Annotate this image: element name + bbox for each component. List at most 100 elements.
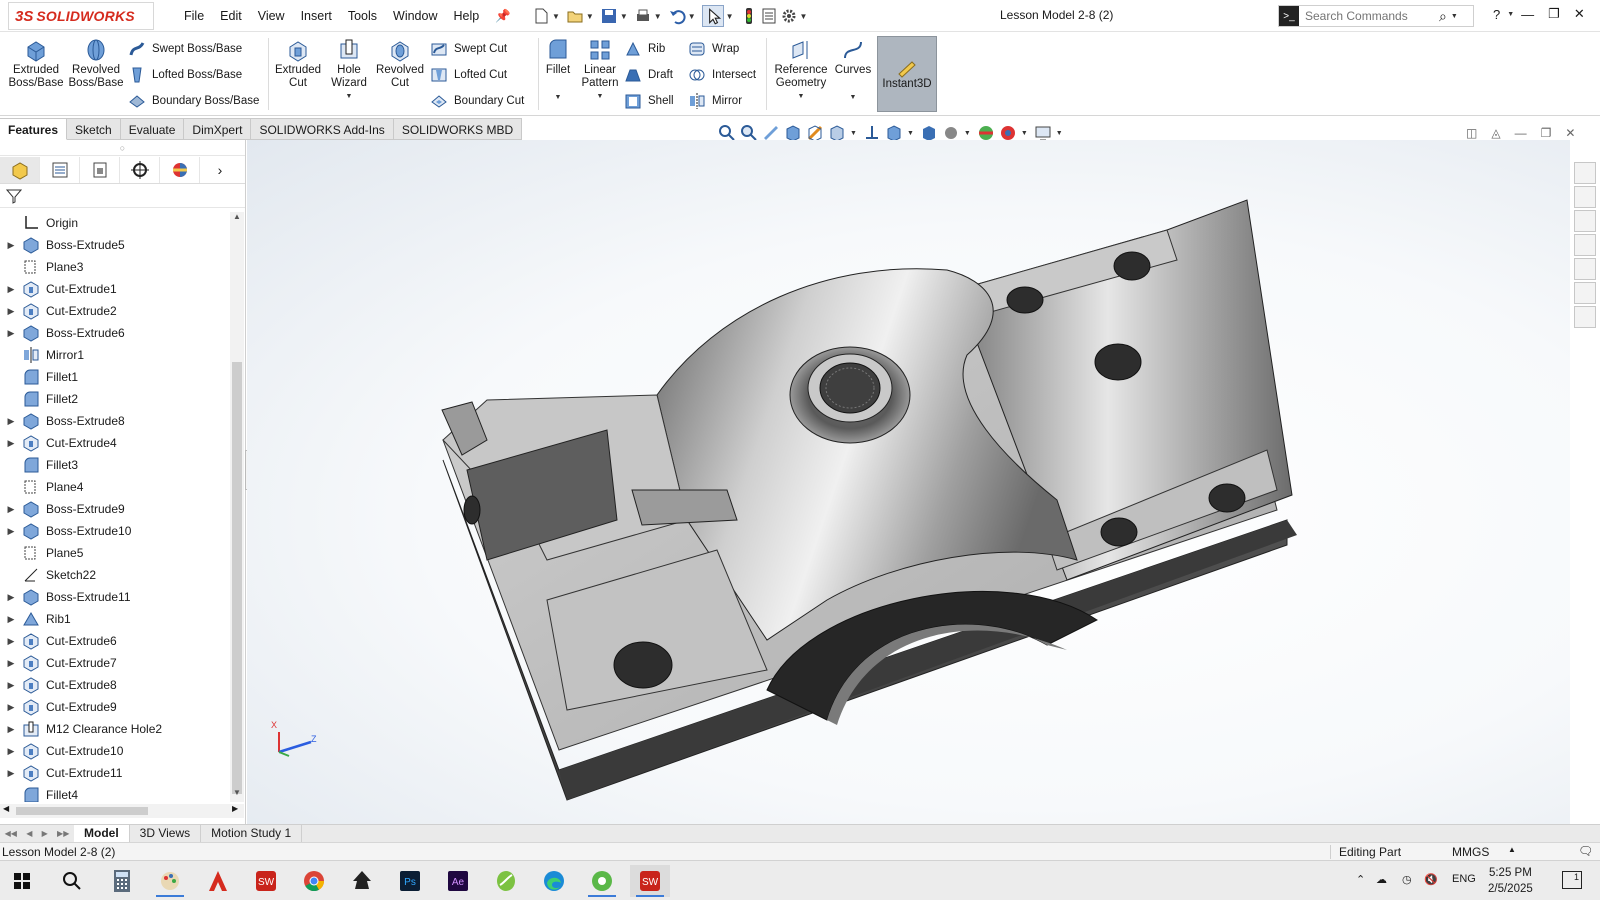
pin-icon[interactable]: 📌 <box>487 9 519 24</box>
lofted-cut-button[interactable]: Lofted Cut <box>430 66 507 84</box>
menu-help[interactable]: Help <box>446 9 488 23</box>
expand-arrow-icon[interactable]: ▶ <box>4 768 18 779</box>
print-dropdown-icon[interactable]: ▼ <box>654 12 662 21</box>
autocad-app-icon[interactable] <box>198 865 238 897</box>
expand-arrow-icon[interactable]: ▶ <box>4 438 18 449</box>
tile-right-icon[interactable]: ◬ <box>1491 126 1500 140</box>
camtasia-app-icon[interactable] <box>582 865 622 897</box>
tree-item[interactable]: ▶ Boss-Extrude6 <box>0 322 230 344</box>
solidworks-active-app-icon[interactable]: SW <box>630 865 670 897</box>
swept-cut-button[interactable]: Swept Cut <box>430 40 507 58</box>
tab-features[interactable]: Features <box>0 118 68 140</box>
search-commands[interactable]: >_ ⌕ ▼ <box>1278 5 1474 27</box>
tab-3d-views[interactable]: 3D Views <box>130 825 202 842</box>
draft-button[interactable]: Draft <box>624 66 673 84</box>
expand-arrow-icon[interactable]: ▶ <box>4 680 18 691</box>
dimxpertmanager-tab-icon[interactable] <box>120 156 160 183</box>
boundary-cut-button[interactable]: Boundary Cut <box>430 92 524 110</box>
linear-pattern-dropdown-icon[interactable]: ▼ <box>597 90 604 103</box>
tree-item[interactable]: Fillet1 <box>0 366 230 388</box>
part-model[interactable] <box>247 140 1570 824</box>
save-icon[interactable] <box>600 7 618 25</box>
view-palette-icon[interactable] <box>1574 234 1596 256</box>
intersect-button[interactable]: Intersect <box>688 66 756 84</box>
close-icon[interactable]: ✕ <box>1574 6 1585 22</box>
open-dropdown-icon[interactable]: ▼ <box>586 12 594 21</box>
design-library-icon[interactable] <box>1574 186 1596 208</box>
new-dropdown-icon[interactable]: ▼ <box>552 12 560 21</box>
expand-arrow-icon[interactable]: ▶ <box>4 416 18 427</box>
forum-icon[interactable] <box>1574 306 1596 328</box>
tab-navigation[interactable]: ◀◀ ◀ ▶ ▶▶ <box>0 825 74 842</box>
expand-arrow-icon[interactable]: ▶ <box>4 284 18 295</box>
tree-item[interactable]: Fillet2 <box>0 388 230 410</box>
tab-mbd[interactable]: SOLIDWORKS MBD <box>393 118 523 140</box>
panel-grip[interactable]: ○ <box>0 140 245 156</box>
manager-tabs-more-icon[interactable]: › <box>200 157 240 183</box>
expand-arrow-icon[interactable]: ▶ <box>4 526 18 537</box>
tab-evaluate[interactable]: Evaluate <box>120 118 185 140</box>
status-chat-icon[interactable]: 🗨 <box>1578 844 1593 858</box>
h-scroll-thumb[interactable] <box>16 807 148 815</box>
mirror-button[interactable]: Mirror <box>688 92 742 110</box>
tree-item[interactable]: ▶ Boss-Extrude10 <box>0 520 230 542</box>
tree-item[interactable]: Fillet3 <box>0 454 230 476</box>
tree-item[interactable]: Plane3 <box>0 256 230 278</box>
tab-motion-study[interactable]: Motion Study 1 <box>201 825 303 842</box>
undo-icon[interactable] <box>668 7 686 25</box>
linear-pattern-button[interactable]: Linear Pattern ▼ <box>578 38 622 103</box>
help-dropdown-icon[interactable]: ▼ <box>1507 11 1514 18</box>
tree-item[interactable]: Plane4 <box>0 476 230 498</box>
menu-view[interactable]: View <box>250 9 293 23</box>
tree-item[interactable]: ▶ Cut-Extrude1 <box>0 278 230 300</box>
after-effects-app-icon[interactable]: Ae <box>438 865 478 897</box>
expand-arrow-icon[interactable]: ▶ <box>4 614 18 625</box>
custom-properties-icon[interactable] <box>1574 282 1596 304</box>
search-dropdown-icon[interactable]: ▼ <box>1451 13 1458 20</box>
select-tool[interactable] <box>701 5 724 27</box>
tree-item[interactable]: Origin <box>0 212 230 234</box>
revolved-cut-button[interactable]: Revolved Cut <box>374 38 426 90</box>
help-icon[interactable]: ? <box>1493 7 1500 22</box>
displaymanager-tab-icon[interactable] <box>160 156 200 183</box>
tree-item[interactable]: ▶ Cut-Extrude9 <box>0 696 230 718</box>
featuremanager-tab-icon[interactable] <box>0 156 40 183</box>
expand-arrow-icon[interactable]: ▶ <box>4 306 18 317</box>
tab-sketch[interactable]: Sketch <box>67 118 121 140</box>
options-gear-icon[interactable] <box>780 7 798 25</box>
propertymanager-tab-icon[interactable] <box>40 156 80 183</box>
tree-item[interactable]: ▶ Cut-Extrude10 <box>0 740 230 762</box>
wrap-button[interactable]: Wrap <box>688 40 739 58</box>
fillet-dropdown-icon[interactable]: ▼ <box>555 91 562 104</box>
minimize-icon[interactable]: — <box>1521 7 1534 22</box>
tab-dimxpert[interactable]: DimXpert <box>184 118 252 140</box>
fillet-button[interactable]: Fillet ▼ <box>542 38 574 104</box>
onedrive-icon[interactable]: ☁ <box>1376 873 1387 886</box>
calculator-app-icon[interactable] <box>102 865 142 897</box>
tree-item[interactable]: ▶ Rib1 <box>0 608 230 630</box>
edge-app-icon[interactable] <box>534 865 574 897</box>
tile-left-icon[interactable]: ◫ <box>1466 126 1477 140</box>
show-hidden-icons-icon[interactable]: ⌃ <box>1356 873 1365 886</box>
expand-arrow-icon[interactable]: ▶ <box>4 658 18 669</box>
select-dropdown-icon[interactable]: ▼ <box>726 12 734 21</box>
scroll-thumb[interactable] <box>232 362 242 794</box>
restore-icon[interactable]: ❐ <box>1548 6 1560 22</box>
unit-system-dropdown-icon[interactable]: ▲ <box>1508 845 1516 854</box>
view-settings-dropdown-icon[interactable]: ▼ <box>1056 130 1063 137</box>
expand-arrow-icon[interactable]: ▶ <box>4 702 18 713</box>
configurationmanager-tab-icon[interactable] <box>80 156 120 183</box>
revolved-boss-button[interactable]: Revolved Boss/Base <box>68 38 124 90</box>
boundary-boss-button[interactable]: Boundary Boss/Base <box>128 92 259 110</box>
expand-arrow-icon[interactable]: ▶ <box>4 592 18 603</box>
instant3d-toggle[interactable]: Instant3D <box>877 36 937 112</box>
solidworks-logo[interactable]: 3S SOLIDWORKS <box>8 2 154 30</box>
wifi-icon[interactable]: ◷ <box>1402 873 1412 886</box>
viewport-restore-icon[interactable]: ❐ <box>1541 126 1552 140</box>
shell-button[interactable]: Shell <box>624 92 674 110</box>
paint-app-icon[interactable] <box>150 865 190 897</box>
menu-file[interactable]: File <box>176 9 212 23</box>
tree-item[interactable]: ▶ Cut-Extrude11 <box>0 762 230 784</box>
tree-vertical-scrollbar[interactable]: ▲ ▼ <box>230 212 244 802</box>
tree-item[interactable]: Fillet4 <box>0 784 230 802</box>
